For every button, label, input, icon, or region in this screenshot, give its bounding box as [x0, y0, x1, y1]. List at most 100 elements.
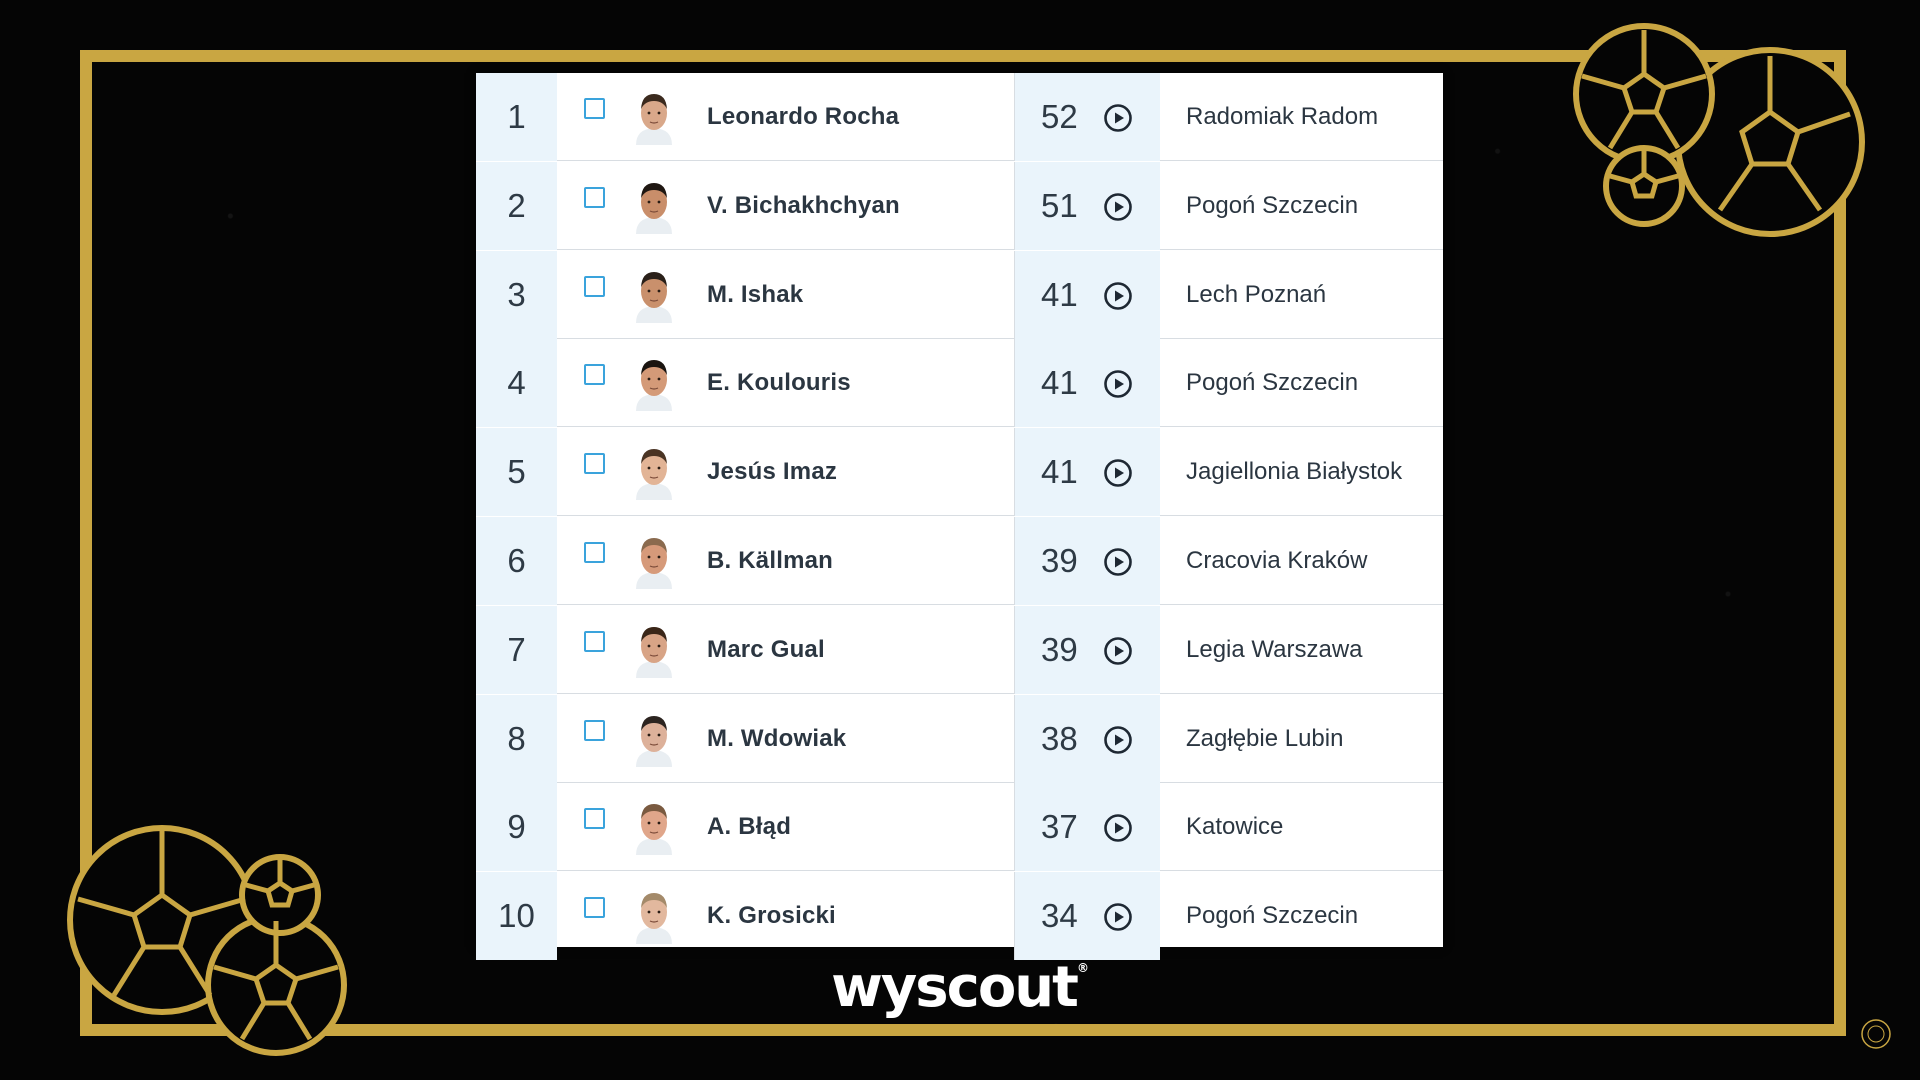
goals-value: 37 [1041, 808, 1078, 846]
goals-value: 41 [1041, 364, 1078, 402]
play-icon[interactable] [1103, 636, 1133, 666]
play-icon[interactable] [1103, 902, 1133, 932]
player-avatar [636, 804, 672, 856]
rank-number: 7 [507, 630, 526, 668]
select-checkbox[interactable] [584, 98, 605, 119]
player-avatar [636, 449, 672, 501]
rank-cell: 2 [476, 161, 557, 250]
goals-cell: 37 [1015, 783, 1160, 872]
goals-cell: 51 [1015, 161, 1160, 250]
rank-cell: 7 [476, 605, 557, 694]
select-checkbox[interactable] [584, 719, 605, 741]
rank-cell: 10 [476, 872, 557, 961]
table-row[interactable]: 10 K. Grosicki 34 Pogoń Szczecin [476, 872, 1443, 961]
rank-cell: 6 [476, 517, 557, 605]
goals-cell: 34 [1015, 872, 1160, 961]
player-name[interactable]: Leonardo Rocha [707, 73, 899, 161]
player-name[interactable]: M. Ishak [707, 251, 803, 339]
play-icon[interactable] [1103, 103, 1133, 133]
select-checkbox[interactable] [584, 808, 605, 830]
goals-value: 52 [1041, 98, 1078, 135]
player-name[interactable]: M. Wdowiak [707, 695, 846, 783]
player-avatar [636, 893, 672, 945]
player-name[interactable]: Marc Gual [707, 606, 825, 694]
goals-cell: 39 [1015, 605, 1160, 694]
select-checkbox[interactable] [584, 542, 605, 563]
select-checkbox[interactable] [584, 630, 605, 652]
team-name[interactable]: Radomiak Radom [1186, 73, 1378, 161]
table-row[interactable]: 3 M. Ishak 41 Lech Poznań [476, 250, 1443, 339]
team-name[interactable]: Zagłębie Lubin [1186, 695, 1343, 783]
select-checkbox[interactable] [584, 897, 605, 919]
select-checkbox[interactable] [584, 453, 605, 475]
channel-watermark-icon [1861, 1019, 1891, 1049]
rank-cell: 8 [476, 694, 557, 783]
table-row[interactable]: 1 Leonardo Rocha 52 Radomiak Radom [476, 73, 1443, 161]
player-avatar [636, 715, 672, 767]
player-name[interactable]: A. Błąd [707, 783, 791, 871]
team-name[interactable]: Pogoń Szczecin [1186, 872, 1358, 960]
player-avatar [636, 538, 672, 589]
goals-value: 41 [1041, 453, 1078, 491]
table-row[interactable]: 8 M. Wdowiak 38 Zagłębie Lubin [476, 694, 1443, 783]
player-avatar [636, 182, 672, 234]
rank-cell: 4 [476, 339, 557, 428]
team-name[interactable]: Pogoń Szczecin [1186, 162, 1358, 250]
team-name[interactable]: Katowice [1186, 783, 1283, 871]
goals-cell: 41 [1015, 428, 1160, 517]
rank-number: 4 [507, 364, 526, 402]
top-scorers-table: 1 Leonardo Rocha 52 Radomiak Radom 2 V. Bicha… [476, 73, 1443, 961]
player-name[interactable]: V. Bichakhchyan [707, 162, 900, 250]
play-icon[interactable] [1103, 725, 1133, 755]
rank-number: 1 [507, 98, 526, 135]
rank-number: 6 [507, 542, 526, 579]
goals-value: 39 [1041, 630, 1078, 668]
football-decoration-bottom-left-icon [67, 825, 347, 1056]
goals-cell: 52 [1015, 73, 1160, 161]
player-name[interactable]: E. Koulouris [707, 339, 851, 427]
rank-number: 2 [507, 186, 526, 224]
table-row[interactable]: 9 A. Błąd 37 Katowice [476, 783, 1443, 872]
table-row[interactable]: 4 E. Koulouris 41 Pogoń Szczecin [476, 339, 1443, 428]
goals-cell: 38 [1015, 694, 1160, 783]
select-checkbox[interactable] [584, 275, 605, 297]
registered-mark: ® [1076, 961, 1089, 975]
rank-number: 9 [507, 808, 526, 846]
rank-number: 5 [507, 453, 526, 491]
play-icon[interactable] [1103, 281, 1133, 311]
rank-cell: 3 [476, 250, 557, 339]
player-name[interactable]: B. Källman [707, 517, 833, 605]
player-avatar [636, 271, 672, 323]
goals-cell: 41 [1015, 250, 1160, 339]
football-decoration-top-right-icon [1573, 23, 1865, 237]
table-row[interactable]: 2 V. Bichakhchyan 51 Pogoń Szczecin [476, 161, 1443, 250]
player-name[interactable]: Jesús Imaz [707, 428, 837, 516]
table-row[interactable]: 7 Marc Gual 39 Legia Warszawa [476, 605, 1443, 694]
table-row[interactable]: 5 Jesús Imaz 41 Jagiellonia Białystok [476, 428, 1443, 517]
goals-cell: 39 [1015, 517, 1160, 605]
team-name[interactable]: Cracovia Kraków [1186, 517, 1367, 605]
rank-number: 8 [507, 719, 526, 757]
play-icon[interactable] [1103, 369, 1133, 399]
team-name[interactable]: Jagiellonia Białystok [1186, 428, 1402, 516]
select-checkbox[interactable] [584, 364, 605, 386]
play-icon[interactable] [1103, 192, 1133, 222]
player-avatar [636, 94, 672, 145]
brand-name: wyscout [831, 955, 1079, 1020]
player-name[interactable]: K. Grosicki [707, 872, 836, 960]
goals-value: 41 [1041, 275, 1078, 313]
wyscout-logo: wyscout® [830, 955, 1090, 1020]
rank-cell: 9 [476, 783, 557, 872]
table-row[interactable]: 6 B. Källman 39 Cracovia Kraków [476, 517, 1443, 605]
goals-value: 39 [1041, 542, 1078, 579]
rank-cell: 1 [476, 73, 557, 161]
player-avatar [636, 626, 672, 678]
team-name[interactable]: Legia Warszawa [1186, 606, 1363, 694]
goals-cell: 41 [1015, 339, 1160, 428]
play-icon[interactable] [1103, 813, 1133, 843]
team-name[interactable]: Lech Poznań [1186, 251, 1326, 339]
select-checkbox[interactable] [584, 186, 605, 208]
play-icon[interactable] [1103, 458, 1133, 488]
play-icon[interactable] [1103, 547, 1133, 577]
team-name[interactable]: Pogoń Szczecin [1186, 339, 1358, 427]
